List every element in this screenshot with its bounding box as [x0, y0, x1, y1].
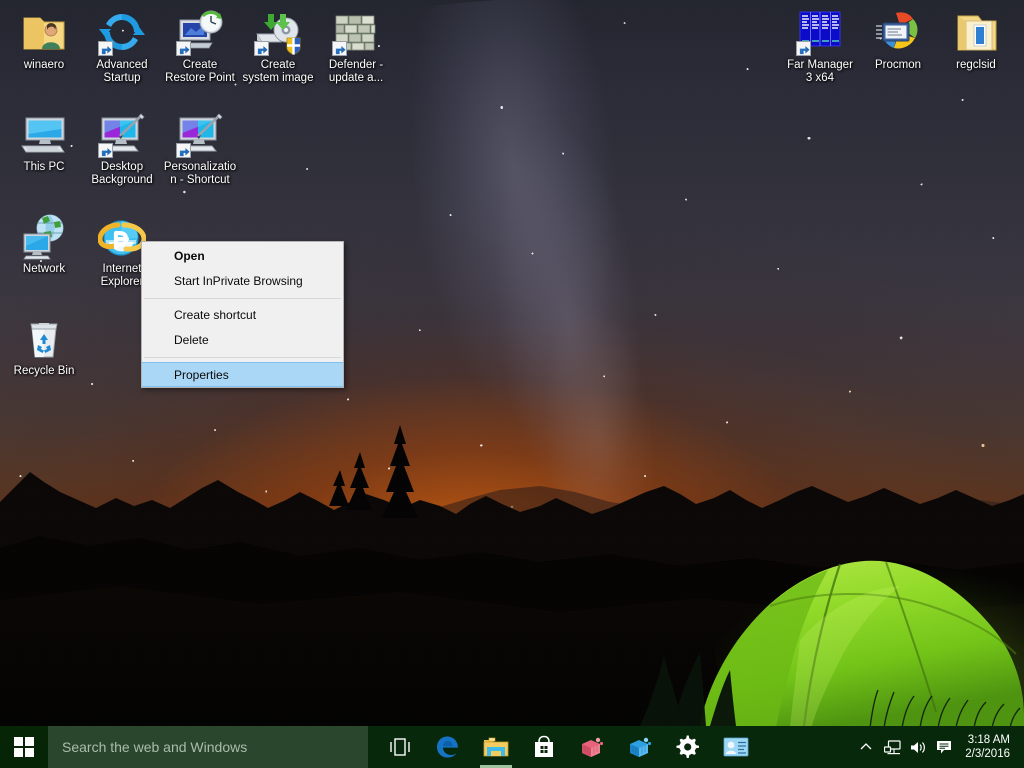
personalization-icon [98, 110, 146, 158]
search-input[interactable]: Search the web and Windows [48, 726, 368, 768]
clock[interactable]: 3:18 AM 2/3/2016 [957, 733, 1020, 761]
desktop-icon-label: Defender - update a... [318, 59, 394, 85]
desktop-icon-label: Desktop Background [84, 161, 160, 187]
action-center-icon[interactable] [931, 726, 957, 768]
shortcut-arrow-icon [98, 41, 113, 56]
desktop-icon-defender-update[interactable]: Defender - update a... [318, 8, 394, 85]
clock-time: 3:18 AM [965, 733, 1010, 747]
context-menu-item-open[interactable]: Open [142, 244, 343, 269]
network-globe-icon [20, 212, 68, 260]
procmon-icon [874, 8, 922, 56]
shortcut-arrow-icon [332, 41, 347, 56]
desktop-icon-personalization-shortcut[interactable]: Personalization - Shortcut [162, 110, 238, 187]
system-image-icon [254, 8, 302, 56]
clock-date: 2/3/2016 [965, 747, 1010, 761]
taskbar-button-file-explorer[interactable] [472, 726, 520, 768]
desktop-icon-label: This PC [6, 161, 82, 174]
taskbar-button-contacts[interactable] [712, 726, 760, 768]
context-menu-item-delete[interactable]: Delete [142, 328, 343, 353]
package-blue-icon [628, 736, 652, 758]
file-explorer-icon [483, 736, 509, 758]
context-menu-item-start-inprivate-browsing[interactable]: Start InPrivate Browsing [142, 269, 343, 294]
recycle-bin-icon [20, 314, 68, 362]
internet-explorer-icon [98, 212, 146, 260]
desktop-icon-create-restore-point[interactable]: Create Restore Point [162, 8, 238, 85]
search-placeholder: Search the web and Windows [62, 739, 247, 755]
windows-logo-icon [14, 737, 34, 757]
network-icon[interactable] [879, 726, 905, 768]
system-tray: 3:18 AM 2/3/2016 [853, 726, 1024, 768]
taskbar-button-task-view[interactable] [376, 726, 424, 768]
desktop-icon-procmon[interactable]: Procmon [860, 8, 936, 72]
context-menu-separator [144, 298, 341, 299]
shortcut-arrow-icon [254, 41, 269, 56]
folder-open-icon [952, 8, 1000, 56]
this-pc-icon [20, 110, 68, 158]
desktop-icon-winaero[interactable]: winaero [6, 8, 82, 72]
edge-icon [435, 734, 461, 760]
far-manager-icon [796, 8, 844, 56]
desktop-icon-label: winaero [6, 59, 82, 72]
desktop-icon-label: Personalization - Shortcut [162, 161, 238, 187]
package-pink-icon [580, 736, 604, 758]
desktop-icon-label: regclsid [938, 59, 1014, 72]
context-menu-item-create-shortcut[interactable]: Create shortcut [142, 303, 343, 328]
speaker-icon[interactable] [905, 726, 931, 768]
refresh-arrows-icon [98, 8, 146, 56]
desktop-icon-label: Create Restore Point [162, 59, 238, 85]
desktop-icon-label: Create system image [240, 59, 316, 85]
desktop-icon-this-pc[interactable]: This PC [6, 110, 82, 174]
brick-wall-icon [332, 8, 380, 56]
shortcut-arrow-icon [176, 143, 191, 158]
desktop[interactable]: winaero Advanced Startup Create Restore … [0, 0, 1024, 768]
desktop-icon-desktop-background[interactable]: Desktop Background [84, 110, 160, 187]
context-menu-item-properties[interactable]: Properties [142, 362, 343, 387]
desktop-icon-label: Advanced Startup [84, 59, 160, 85]
store-bag-icon [532, 735, 556, 759]
start-button[interactable] [0, 726, 48, 768]
task-view-icon [388, 737, 412, 757]
taskbar-button-settings[interactable] [664, 726, 712, 768]
desktop-icon-regclsid[interactable]: regclsid [938, 8, 1014, 72]
desktop-icon-network[interactable]: Network [6, 212, 82, 276]
desktop-icon-far-manager-3-x64[interactable]: Far Manager 3 x64 [782, 8, 858, 85]
desktop-icon-label: Recycle Bin [6, 365, 82, 378]
shortcut-arrow-icon [796, 41, 811, 56]
restore-point-icon [176, 8, 224, 56]
taskbar-button-package-blue[interactable] [616, 726, 664, 768]
desktop-icon-label: Procmon [860, 59, 936, 72]
context-menu-separator [144, 357, 341, 358]
desktop-icon-label: Network [6, 263, 82, 276]
taskbar-button-package-pink[interactable] [568, 726, 616, 768]
desktop-icon-label: Far Manager 3 x64 [782, 59, 858, 85]
desktop-icon-create-system-image[interactable]: Create system image [240, 8, 316, 85]
gear-icon [676, 735, 700, 759]
shortcut-arrow-icon [176, 41, 191, 56]
taskbar[interactable]: Search the web and Windows [0, 726, 1024, 768]
shortcut-arrow-icon [98, 143, 113, 158]
contact-card-icon [723, 737, 749, 757]
context-menu[interactable]: OpenStart InPrivate Browsing Create short… [141, 241, 344, 388]
taskbar-buttons [376, 726, 760, 768]
chevron-up-icon[interactable] [853, 726, 879, 768]
desktop-icon-advanced-startup[interactable]: Advanced Startup [84, 8, 160, 85]
taskbar-button-store[interactable] [520, 726, 568, 768]
desktop-icon-recycle-bin[interactable]: Recycle Bin [6, 314, 82, 378]
folder-user-icon [20, 8, 68, 56]
taskbar-button-microsoft-edge[interactable] [424, 726, 472, 768]
personalization-icon [176, 110, 224, 158]
